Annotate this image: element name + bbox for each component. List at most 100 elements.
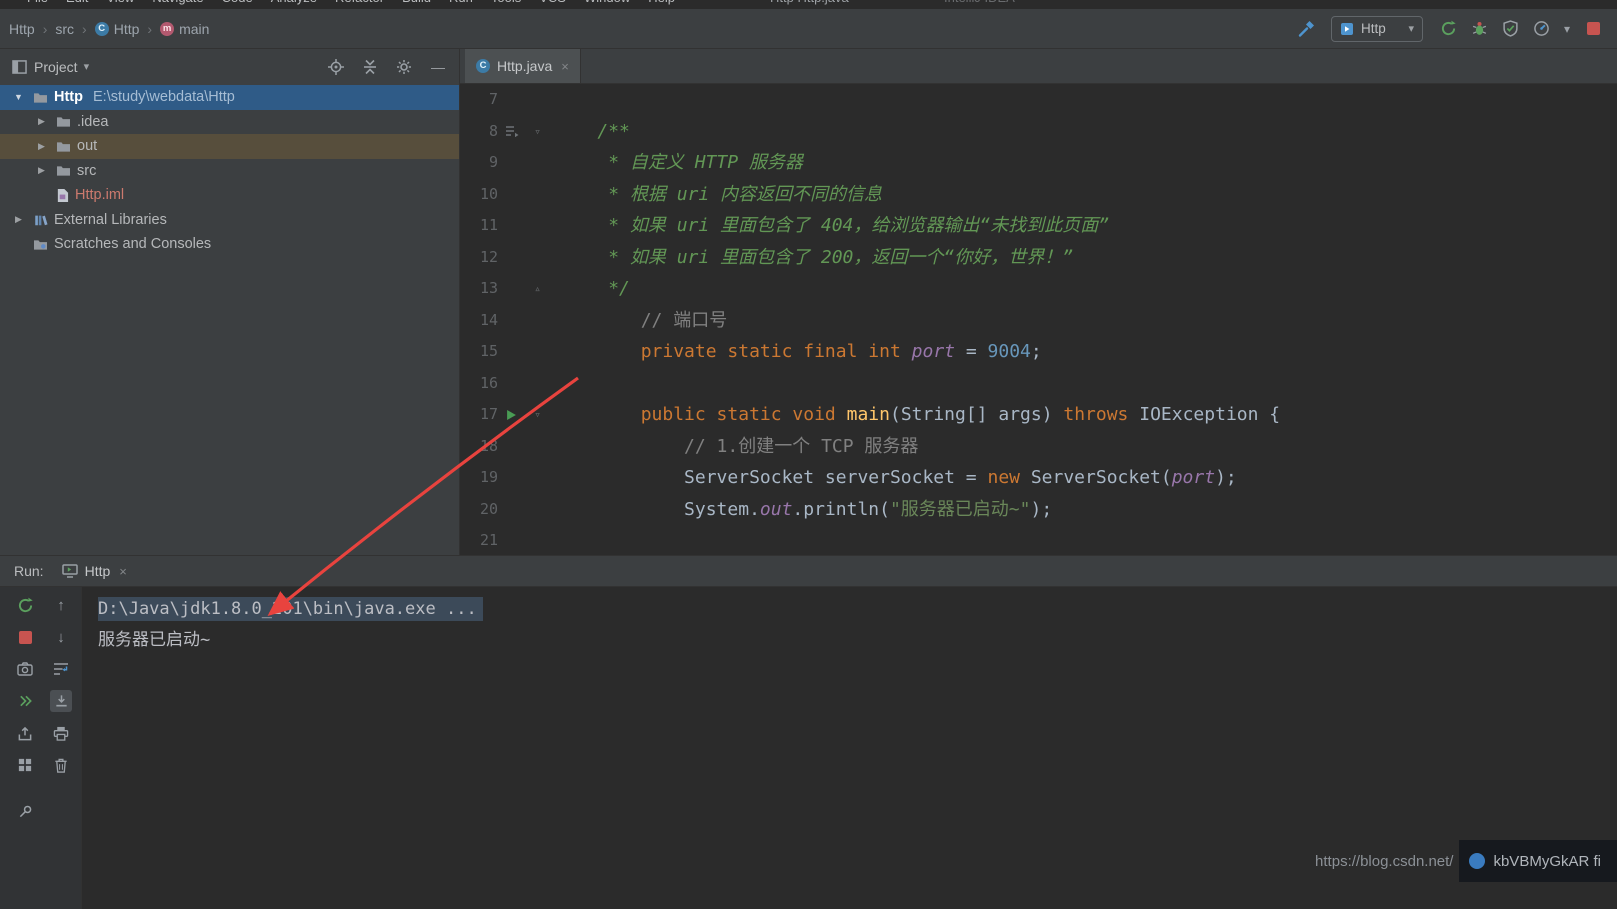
hide-panel-button[interactable]: — — [429, 58, 447, 76]
run-gutter-icon[interactable] — [506, 409, 517, 421]
rerun-button[interactable] — [14, 594, 36, 616]
menu-navigate[interactable]: Navigate — [143, 0, 212, 8]
chevron-right-icon: › — [146, 21, 153, 37]
rerun-icon — [1440, 20, 1457, 37]
softwrap-button[interactable] — [50, 658, 72, 680]
stop-icon — [19, 631, 32, 644]
line-number: 17 — [460, 399, 498, 431]
camera-button[interactable] — [14, 658, 36, 680]
tree-item-http-iml[interactable]: Http.iml — [0, 183, 459, 208]
export-button[interactable] — [14, 722, 36, 744]
tree-item-out[interactable]: ▶ out — [0, 134, 459, 159]
tree-item-src[interactable]: ▶ src — [0, 159, 459, 184]
up-button[interactable]: ↑ — [50, 594, 72, 616]
tree-item-http[interactable]: ▼HttpE:\study\webdata\Http — [0, 85, 459, 110]
chevron-expanded-icon[interactable]: ▼ — [10, 92, 27, 102]
doc-render-toggle-icon[interactable] — [505, 125, 519, 137]
breadcrumb-main-3[interactable]: mmain — [155, 19, 214, 39]
menu-edit[interactable]: Edit — [57, 0, 97, 8]
menu-tools[interactable]: Tools — [482, 0, 530, 8]
breadcrumb-http-0[interactable]: Http — [4, 19, 40, 39]
menu-view[interactable]: View — [97, 0, 143, 8]
grid-button[interactable] — [14, 754, 36, 776]
console-toolbar: ↑↓ — [0, 587, 82, 909]
stop-button[interactable] — [1581, 17, 1605, 41]
menu-refactor[interactable]: Refactor — [326, 0, 393, 8]
tree-item-scratches-and-consoles[interactable]: Scratches and Consoles — [0, 232, 459, 257]
close-icon[interactable]: × — [561, 59, 569, 74]
stop-button[interactable] — [14, 626, 36, 648]
run-tab-http[interactable]: Http × — [56, 556, 133, 586]
fold-marker-icon[interactable]: ▿ — [534, 126, 541, 137]
chevron-collapsed-icon[interactable]: ▶ — [33, 116, 50, 127]
code-editor[interactable]: 78▿ /**9 * 自定义 HTTP 服务器10 * 根据 uri 内容返回不… — [460, 84, 1617, 555]
menu-build[interactable]: Build — [393, 0, 440, 8]
code-token — [554, 404, 641, 425]
gutter-icons — [498, 210, 525, 242]
fold-marker-icon[interactable]: ▵ — [534, 283, 541, 294]
coverage-button[interactable] — [1498, 17, 1522, 41]
fold-column: ▿ — [525, 116, 550, 148]
menu-code[interactable]: Code — [213, 0, 262, 8]
chevron-collapsed-icon[interactable]: ▶ — [10, 214, 27, 225]
menu-file[interactable]: File — [18, 0, 57, 8]
export-icon — [17, 726, 33, 741]
code-token — [554, 310, 641, 331]
breadcrumb-src-1[interactable]: src — [50, 19, 79, 39]
code-text: public static void main(String[] args) t… — [554, 399, 1280, 431]
code-line-16: 16 — [460, 368, 1617, 400]
more-run-options-button[interactable]: ▾ — [1560, 17, 1574, 41]
fold-column — [525, 431, 550, 463]
gutter-icons — [498, 336, 525, 368]
menu-help[interactable]: Help — [639, 0, 684, 8]
code-token: /** — [597, 121, 630, 142]
code-text: // 端口号 — [554, 305, 727, 337]
target-button[interactable] — [327, 58, 345, 76]
pin-button[interactable] — [14, 800, 36, 822]
run-panel-header: Run: Http × — [0, 556, 1617, 587]
profiler-button[interactable] — [1529, 17, 1553, 41]
run-config-combo[interactable]: Http▾ — [1331, 16, 1423, 42]
fold-marker-icon[interactable]: ▿ — [534, 409, 541, 420]
chevron-collapsed-icon[interactable]: ▶ — [33, 165, 50, 176]
java-class-icon: C — [476, 59, 490, 73]
tree-label: src — [77, 163, 96, 179]
line-number: 12 — [460, 242, 498, 274]
fold-column — [525, 368, 550, 400]
breadcrumb-http-2[interactable]: CHttp — [90, 19, 145, 39]
tree-item-idea[interactable]: ▶.idea — [0, 110, 459, 135]
project-tool-window: Project ▾ — ▼HttpE:\study\webdata\Http▶.… — [0, 49, 460, 555]
close-icon[interactable]: × — [119, 564, 127, 579]
editor-tab-http-java[interactable]: C Http.java × — [465, 49, 581, 83]
scrollend-button[interactable] — [50, 690, 72, 712]
iml-icon — [56, 188, 69, 203]
menu-run[interactable]: Run — [440, 0, 482, 8]
rerun-button[interactable] — [1436, 17, 1460, 41]
project-panel-header: Project ▾ — — [0, 49, 459, 84]
code-token — [554, 247, 608, 268]
menu-window[interactable]: Window — [575, 0, 639, 8]
hammer-button[interactable] — [1294, 17, 1318, 41]
printer-button[interactable] — [50, 722, 72, 744]
collapse-button[interactable] — [361, 58, 379, 76]
tree-label: out — [77, 138, 97, 154]
tree-item-external-libraries[interactable]: ▶External Libraries — [0, 208, 459, 233]
menu-vcs[interactable]: VCS — [530, 0, 575, 8]
code-token — [554, 152, 608, 173]
project-view-selector[interactable]: Project ▾ — [34, 59, 89, 75]
code-text: /** — [554, 116, 630, 148]
menu-analyze[interactable]: Analyze — [262, 0, 326, 8]
breadcrumb-label: src — [55, 21, 74, 37]
down-button[interactable]: ↓ — [50, 626, 72, 648]
code-token: // 1.创建一个 TCP 服务器 — [684, 436, 918, 457]
gear-button[interactable] — [395, 58, 413, 76]
window-title: Http Http.java — [770, 0, 849, 8]
chevron-collapsed-icon[interactable]: ▶ — [33, 141, 50, 152]
fold-column — [525, 525, 550, 555]
bug-button[interactable] — [1467, 17, 1491, 41]
code-text: * 如果 uri 里面包含了 404，给浏览器输出“未找到此页面” — [554, 210, 1109, 242]
resume-button[interactable] — [14, 690, 36, 712]
trash-button[interactable] — [50, 754, 72, 776]
breadcrumb-label: main — [179, 21, 209, 37]
printer-icon — [53, 726, 69, 741]
